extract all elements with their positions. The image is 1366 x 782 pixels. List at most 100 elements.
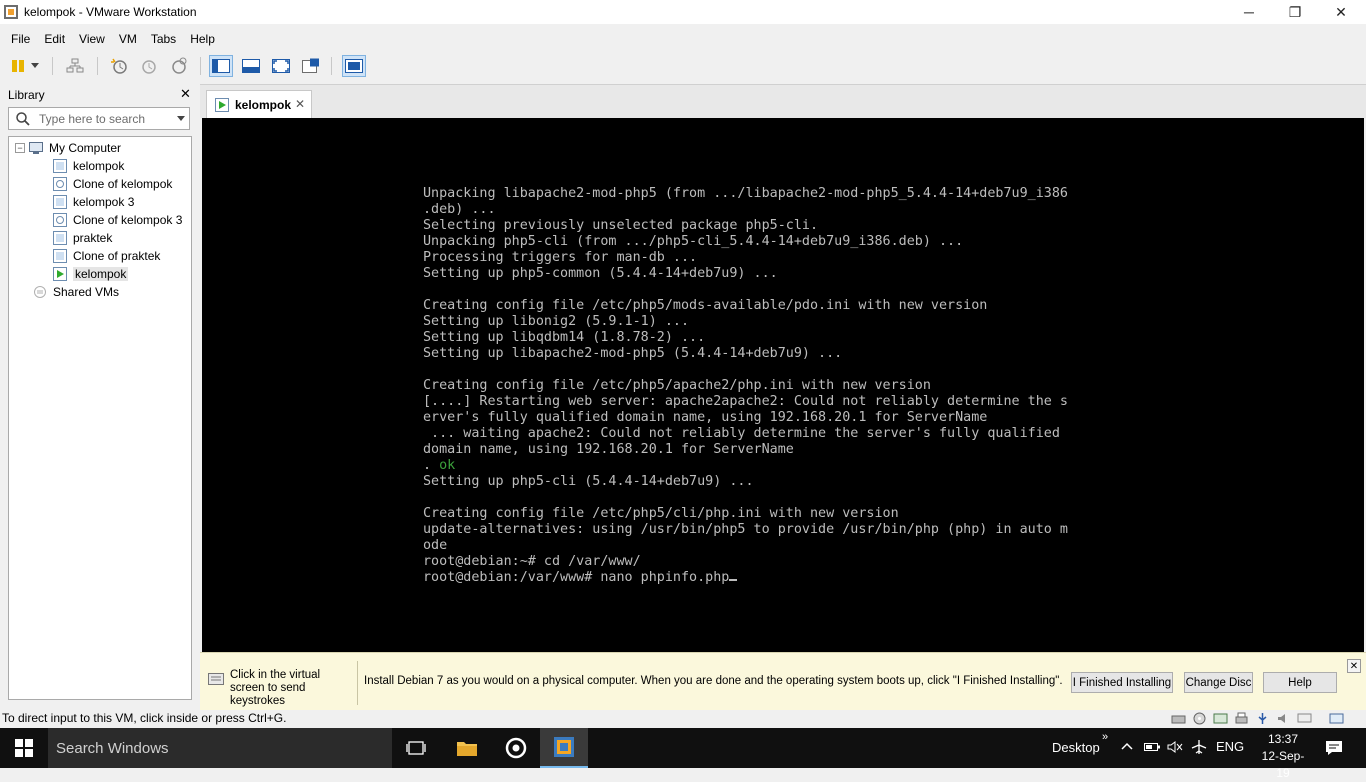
- library-panel: Library ✕ Type here to search − My Compu…: [0, 84, 200, 710]
- pause-button[interactable]: [6, 55, 30, 77]
- menu-help[interactable]: Help: [183, 32, 222, 46]
- tree-label: Shared VMs: [53, 285, 120, 299]
- tree-item-vm[interactable]: kelompok: [53, 157, 124, 175]
- vm-icon: [53, 231, 67, 245]
- library-close-icon[interactable]: ✕: [180, 86, 191, 102]
- vmware-app-icon: [4, 5, 18, 19]
- tree-node-my-computer[interactable]: − My Computer: [15, 139, 121, 157]
- send-ctrl-alt-del-button[interactable]: [63, 55, 87, 77]
- tree-item-vm[interactable]: Clone of kelompok: [53, 175, 172, 193]
- network-adapter-icon[interactable]: [1213, 712, 1228, 725]
- vm-clone-icon: [53, 177, 67, 191]
- snapshot-manager-icon: [172, 57, 187, 74]
- taskbar-clock[interactable]: 13:37 12-Sep-19: [1255, 731, 1311, 782]
- usb-icon[interactable]: [1255, 712, 1270, 725]
- file-explorer-button[interactable]: [443, 728, 491, 768]
- window-title: kelompok - VMware Workstation: [24, 5, 197, 19]
- text-cursor: [729, 579, 738, 581]
- help-button[interactable]: Help: [1263, 672, 1337, 693]
- tab-kelompok[interactable]: kelompok ✕: [206, 90, 312, 118]
- i-finished-installing-button[interactable]: I Finished Installing: [1071, 672, 1173, 693]
- tree-label: Clone of kelompok: [73, 177, 173, 191]
- console-view-icon: [345, 59, 363, 73]
- start-button[interactable]: [0, 728, 48, 768]
- revert-icon: [142, 60, 156, 74]
- hint-close-icon[interactable]: ✕: [1347, 659, 1361, 673]
- change-disc-button[interactable]: Change Disc: [1184, 672, 1253, 693]
- menu-view[interactable]: View: [72, 32, 112, 46]
- chevron-down-icon[interactable]: [177, 116, 185, 122]
- vmware-icon: [554, 737, 574, 757]
- display-icon[interactable]: [1297, 712, 1312, 725]
- power-dropdown-button[interactable]: [28, 55, 42, 77]
- status-bar: To direct input to this VM, click inside…: [0, 710, 1366, 728]
- media-app-button[interactable]: [492, 728, 540, 768]
- menu-vm[interactable]: VM: [112, 32, 144, 46]
- tree-item-vm[interactable]: Clone of praktek: [53, 247, 160, 265]
- battery-icon[interactable]: [1144, 741, 1160, 753]
- vm-clone-icon: [53, 213, 67, 227]
- collapse-icon[interactable]: −: [15, 143, 25, 153]
- menu-file[interactable]: File: [0, 32, 37, 46]
- ok-status: ok: [439, 458, 456, 473]
- show-library-button[interactable]: [209, 55, 233, 77]
- windows-taskbar: Search Windows Desktop » ENG 13:37 12-Se…: [0, 728, 1366, 780]
- task-view-button[interactable]: [392, 728, 440, 768]
- desktop-toolbar-label[interactable]: Desktop: [1052, 740, 1100, 755]
- tree-item-vm-running[interactable]: kelompok: [53, 265, 129, 283]
- language-indicator[interactable]: ENG: [1216, 739, 1244, 754]
- pause-icon: [12, 60, 24, 72]
- tree-item-vm[interactable]: kelompok 3: [53, 193, 134, 211]
- menu-edit[interactable]: Edit: [37, 32, 72, 46]
- vmware-taskbar-button[interactable]: [540, 728, 588, 768]
- tab-strip: kelompok ✕: [200, 84, 1366, 118]
- unity-icon: [302, 58, 319, 73]
- tree-item-vm[interactable]: Clone of kelompok 3: [53, 211, 182, 229]
- console-output: Unpacking libapache2-mod-php5 (from .../…: [423, 186, 1068, 586]
- printer-icon[interactable]: [1234, 712, 1249, 725]
- thumbnail-bar-button[interactable]: [239, 55, 263, 77]
- minimize-button[interactable]: ─: [1226, 0, 1272, 24]
- hard-disk-icon[interactable]: [1171, 712, 1186, 725]
- snapshot-manager-button[interactable]: [167, 55, 191, 77]
- library-search-input[interactable]: Type here to search: [8, 107, 190, 130]
- keystroke-hint-text: Click in the virtual screen to send keys…: [230, 669, 321, 707]
- library-view-icon: [212, 59, 230, 73]
- tree-label: kelompok: [73, 159, 125, 173]
- take-snapshot-button[interactable]: [107, 55, 131, 77]
- action-center-icon[interactable]: [1325, 740, 1343, 756]
- network-icon: [66, 58, 84, 73]
- menu-tabs[interactable]: Tabs: [144, 32, 183, 46]
- toolbar-expand-icon[interactable]: »: [1102, 731, 1108, 743]
- thumbnail-icon: [242, 59, 260, 73]
- menu-bar: File Edit View VM Tabs Help: [0, 28, 222, 50]
- close-icon: ✕: [1335, 3, 1347, 20]
- full-screen-button[interactable]: [269, 55, 293, 77]
- taskbar-search-placeholder: Search Windows: [56, 739, 169, 757]
- sound-icon[interactable]: [1276, 712, 1291, 725]
- windows-logo-icon: [15, 739, 33, 757]
- cd-dvd-icon[interactable]: [1192, 712, 1207, 725]
- tab-close-icon[interactable]: ✕: [295, 97, 305, 111]
- close-button[interactable]: ✕: [1318, 0, 1364, 24]
- vm-console[interactable]: Unpacking libapache2-mod-php5 (from .../…: [202, 118, 1364, 652]
- title-bar: kelompok - VMware Workstation ─ ❐ ✕: [0, 0, 1366, 24]
- vm-running-icon: [53, 267, 67, 281]
- snapshot-icon: [111, 58, 127, 74]
- taskbar-search-box[interactable]: Search Windows: [48, 728, 392, 768]
- restore-button[interactable]: ❐: [1272, 0, 1318, 24]
- message-log-icon[interactable]: [1329, 712, 1344, 725]
- tree-node-shared-vms[interactable]: Shared VMs: [33, 283, 119, 301]
- status-text: To direct input to this VM, click inside…: [2, 711, 287, 725]
- volume-muted-icon[interactable]: [1167, 740, 1183, 754]
- task-view-icon: [406, 741, 426, 755]
- unity-button[interactable]: [299, 55, 323, 77]
- search-icon: [16, 112, 30, 126]
- revert-snapshot-button[interactable]: [137, 55, 161, 77]
- chevron-up-icon[interactable]: [1121, 742, 1133, 750]
- tree-item-vm[interactable]: praktek: [53, 229, 112, 247]
- airplane-mode-icon[interactable]: [1191, 739, 1207, 755]
- tree-label: Clone of praktek: [73, 249, 161, 263]
- console-view-button[interactable]: [342, 55, 366, 77]
- shared-vms-icon: [34, 286, 46, 298]
